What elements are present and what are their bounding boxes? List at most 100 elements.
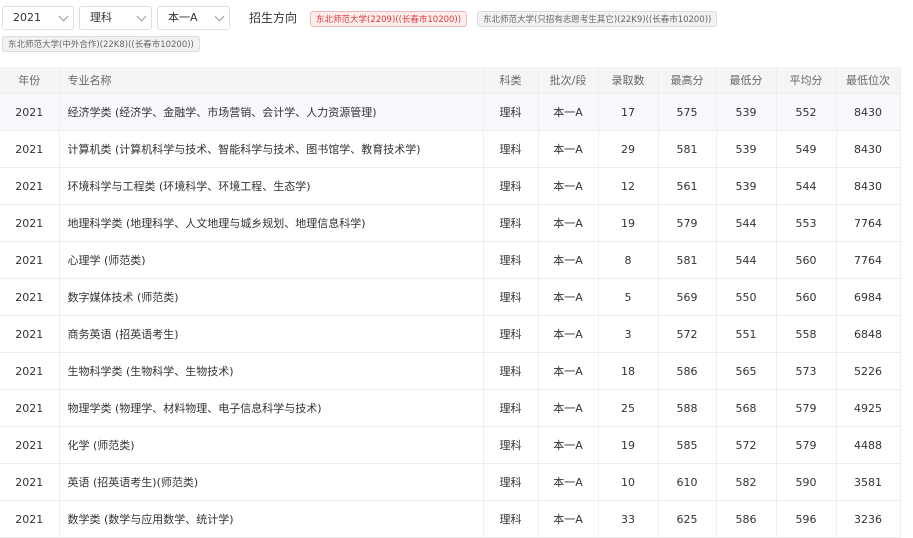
chevron-down-icon bbox=[214, 11, 225, 22]
cell-batch: 本一A bbox=[538, 130, 599, 168]
cell-min-rank: 6984 bbox=[836, 278, 901, 316]
cell-avg-score: 579 bbox=[776, 426, 837, 464]
cell-major: 商务英语 (招英语考生) bbox=[59, 315, 484, 353]
cell-subject: 理科 bbox=[483, 130, 539, 168]
cell-min-rank: 8430 bbox=[836, 130, 901, 168]
col-header-subject: 科类 bbox=[483, 67, 539, 94]
cell-major: 经济学类 (经济学、金融学、市场营销、会计学、人力资源管理) bbox=[59, 93, 484, 131]
cell-max-score: 585 bbox=[658, 426, 717, 464]
direction-tag-22k8[interactable]: 东北师范大学(中外合作)(22K8)((长春市10200)) bbox=[2, 36, 200, 52]
cell-enrolled: 10 bbox=[598, 463, 659, 501]
cell-max-score: 588 bbox=[658, 389, 717, 427]
table-row: 2021 计算机类 (计算机科学与技术、智能科学与技术、图书馆学、教育技术学) 理科… bbox=[0, 130, 901, 168]
cell-max-score: 572 bbox=[658, 315, 717, 353]
cell-avg-score: 553 bbox=[776, 204, 837, 242]
cell-year: 2021 bbox=[0, 167, 60, 205]
col-header-min-score: 最低分 bbox=[716, 67, 777, 94]
cell-avg-score: 590 bbox=[776, 463, 837, 501]
year-select-value: 2021 bbox=[13, 11, 41, 24]
cell-subject: 理科 bbox=[483, 241, 539, 279]
cell-major: 英语 (招英语考生)(师范类) bbox=[59, 463, 484, 501]
cell-subject: 理科 bbox=[483, 352, 539, 390]
direction-tag-2209[interactable]: 东北师范大学(2209)((长春市10200)) bbox=[310, 11, 468, 27]
cell-enrolled: 12 bbox=[598, 167, 659, 205]
cell-max-score: 586 bbox=[658, 352, 717, 390]
cell-avg-score: 596 bbox=[776, 500, 837, 538]
cell-batch: 本一A bbox=[538, 500, 599, 538]
chevron-down-icon bbox=[136, 11, 147, 22]
subject-select-value: 理科 bbox=[90, 11, 112, 24]
table-row: 2021 环境科学与工程类 (环境科学、环境工程、生态学) 理科 本一A 12 561 53… bbox=[0, 167, 901, 205]
table-row: 2021 商务英语 (招英语考生) 理科 本一A 3 572 551 558 6848 bbox=[0, 315, 901, 353]
cell-min-rank: 5226 bbox=[836, 352, 901, 390]
col-header-year: 年份 bbox=[0, 67, 60, 94]
cell-major: 数学类 (数学与应用数学、统计学) bbox=[59, 500, 484, 538]
cell-subject: 理科 bbox=[483, 426, 539, 464]
table-row: 2021 数字媒体技术 (师范类) 理科 本一A 5 569 550 560 6984 bbox=[0, 278, 901, 316]
year-select[interactable]: 2021 bbox=[2, 6, 74, 30]
table-row: 2021 物理学类 (物理学、材料物理、电子信息科学与技术) 理科 本一A 25 588 5… bbox=[0, 389, 901, 427]
cell-enrolled: 5 bbox=[598, 278, 659, 316]
cell-major: 环境科学与工程类 (环境科学、环境工程、生态学) bbox=[59, 167, 484, 205]
cell-enrolled: 19 bbox=[598, 426, 659, 464]
cell-max-score: 581 bbox=[658, 241, 717, 279]
cell-subject: 理科 bbox=[483, 500, 539, 538]
table-row: 2021 经济学类 (经济学、金融学、市场营销、会计学、人力资源管理) 理科 本一A 1… bbox=[0, 93, 901, 131]
col-header-major: 专业名称 bbox=[59, 67, 484, 94]
table-row: 2021 生物科学类 (生物科学、生物技术) 理科 本一A 18 586 565 573 522… bbox=[0, 352, 901, 390]
cell-major: 计算机类 (计算机科学与技术、智能科学与技术、图书馆学、教育技术学) bbox=[59, 130, 484, 168]
batch-select-value: 本一A bbox=[168, 11, 198, 24]
cell-max-score: 610 bbox=[658, 463, 717, 501]
direction-label: 招生方向 bbox=[249, 11, 298, 25]
cell-year: 2021 bbox=[0, 93, 60, 131]
admission-score-table: 年份 专业名称 科类 批次/段 录取数 最高分 最低分 平均分 最低位次 202… bbox=[0, 67, 901, 538]
cell-min-score: 539 bbox=[716, 93, 777, 131]
cell-avg-score: 579 bbox=[776, 389, 837, 427]
cell-subject: 理科 bbox=[483, 204, 539, 242]
cell-min-rank: 4925 bbox=[836, 389, 901, 427]
cell-min-rank: 7764 bbox=[836, 241, 901, 279]
cell-major: 地理科学类 (地理科学、人文地理与城乡规划、地理信息科学) bbox=[59, 204, 484, 242]
cell-major: 物理学类 (物理学、材料物理、电子信息科学与技术) bbox=[59, 389, 484, 427]
cell-batch: 本一A bbox=[538, 463, 599, 501]
cell-min-score: 539 bbox=[716, 167, 777, 205]
subject-select[interactable]: 理科 bbox=[79, 6, 152, 30]
cell-batch: 本一A bbox=[538, 389, 599, 427]
cell-year: 2021 bbox=[0, 463, 60, 501]
cell-batch: 本一A bbox=[538, 278, 599, 316]
direction-tag-22k9[interactable]: 东北师范大学(只招有志愿考生其它)(22K9)((长春市10200)) bbox=[477, 11, 718, 27]
table-header-row: 年份 专业名称 科类 批次/段 录取数 最高分 最低分 平均分 最低位次 bbox=[0, 67, 901, 94]
cell-min-score: 544 bbox=[716, 241, 777, 279]
batch-select[interactable]: 本一A bbox=[157, 6, 230, 30]
table-row: 2021 地理科学类 (地理科学、人文地理与城乡规划、地理信息科学) 理科 本一A 19… bbox=[0, 204, 901, 242]
cell-year: 2021 bbox=[0, 500, 60, 538]
cell-min-rank: 8430 bbox=[836, 93, 901, 131]
cell-enrolled: 25 bbox=[598, 389, 659, 427]
cell-enrolled: 19 bbox=[598, 204, 659, 242]
cell-enrolled: 29 bbox=[598, 130, 659, 168]
cell-major: 化学 (师范类) bbox=[59, 426, 484, 464]
cell-subject: 理科 bbox=[483, 93, 539, 131]
table-row: 2021 数学类 (数学与应用数学、统计学) 理科 本一A 33 625 586 596 323… bbox=[0, 500, 901, 538]
cell-min-score: 586 bbox=[716, 500, 777, 538]
cell-min-rank: 6848 bbox=[836, 315, 901, 353]
cell-min-rank: 3581 bbox=[836, 463, 901, 501]
cell-year: 2021 bbox=[0, 130, 60, 168]
cell-enrolled: 3 bbox=[598, 315, 659, 353]
cell-year: 2021 bbox=[0, 278, 60, 316]
cell-min-score: 550 bbox=[716, 278, 777, 316]
cell-enrolled: 8 bbox=[598, 241, 659, 279]
cell-year: 2021 bbox=[0, 352, 60, 390]
cell-min-score: 568 bbox=[716, 389, 777, 427]
cell-avg-score: 549 bbox=[776, 130, 837, 168]
col-header-min-rank: 最低位次 bbox=[836, 67, 901, 94]
col-header-enrolled: 录取数 bbox=[598, 67, 659, 94]
cell-batch: 本一A bbox=[538, 204, 599, 242]
cell-avg-score: 560 bbox=[776, 241, 837, 279]
cell-min-score: 572 bbox=[716, 426, 777, 464]
cell-avg-score: 558 bbox=[776, 315, 837, 353]
cell-major: 数字媒体技术 (师范类) bbox=[59, 278, 484, 316]
cell-year: 2021 bbox=[0, 204, 60, 242]
cell-max-score: 561 bbox=[658, 167, 717, 205]
cell-enrolled: 17 bbox=[598, 93, 659, 131]
